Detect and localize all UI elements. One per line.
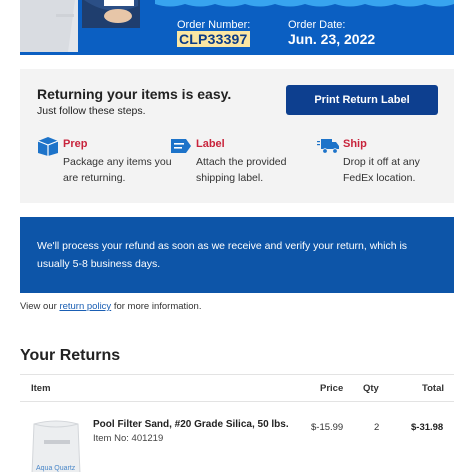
order-number-label: Order Number: xyxy=(177,19,251,31)
column-header-item: Item xyxy=(31,383,51,394)
returns-table-header: Item Price Qty Total xyxy=(20,374,454,402)
box-icon xyxy=(37,137,59,156)
order-hero-banner: Order Number: CLP33397 Order Date: Jun. … xyxy=(20,0,454,55)
step-prep-title: Prep xyxy=(63,138,88,150)
hero-person-image xyxy=(20,0,140,55)
return-steps-panel: Returning your items is easy. Just follo… xyxy=(20,69,454,203)
step-label-desc: Attach the provided shipping label. xyxy=(196,156,287,184)
step-label-title: Label xyxy=(196,138,225,150)
product-total: $-31.98 xyxy=(411,422,444,433)
policy-prefix: View our xyxy=(20,301,60,312)
steps-heading: Returning your items is easy. xyxy=(37,86,232,102)
truck-icon xyxy=(317,139,339,154)
product-item-number: Item No: 401219 xyxy=(93,433,164,444)
table-row: Aqua Quartz Pool Filter Sand, #20 Grade … xyxy=(20,402,454,472)
policy-suffix: for more information. xyxy=(111,301,202,312)
order-date-value: Jun. 23, 2022 xyxy=(288,31,376,47)
return-policy-note: View our return policy for more informat… xyxy=(20,301,201,312)
your-returns-heading: Your Returns xyxy=(20,347,121,364)
refund-notice-text: We'll process your refund as soon as we … xyxy=(37,240,408,270)
step-ship-title: Ship xyxy=(343,138,367,150)
print-return-label-button[interactable]: Print Return Label xyxy=(286,85,438,115)
product-name: Pool Filter Sand, #20 Grade Silica, 50 l… xyxy=(93,419,289,430)
order-number-value: CLP33397 xyxy=(177,31,250,47)
label-icon xyxy=(171,139,191,153)
refund-notice-banner: We'll process your refund as soon as we … xyxy=(20,217,454,293)
product-qty: 2 xyxy=(374,422,380,433)
product-image-label: Aqua Quartz xyxy=(36,465,76,472)
steps-subheading: Just follow these steps. xyxy=(37,105,146,117)
product-image: Aqua Quartz xyxy=(31,420,81,472)
step-ship-desc: Drop it off at any FedEx location. xyxy=(343,156,420,184)
step-prep-desc: Package any items you are returning. xyxy=(63,156,172,184)
column-header-qty: Qty xyxy=(363,383,379,394)
product-price: $-15.99 xyxy=(311,422,344,433)
column-header-price: Price xyxy=(320,383,344,394)
order-date-label: Order Date: xyxy=(288,19,346,31)
column-header-total: Total xyxy=(422,383,444,394)
return-policy-link[interactable]: return policy xyxy=(59,301,111,312)
